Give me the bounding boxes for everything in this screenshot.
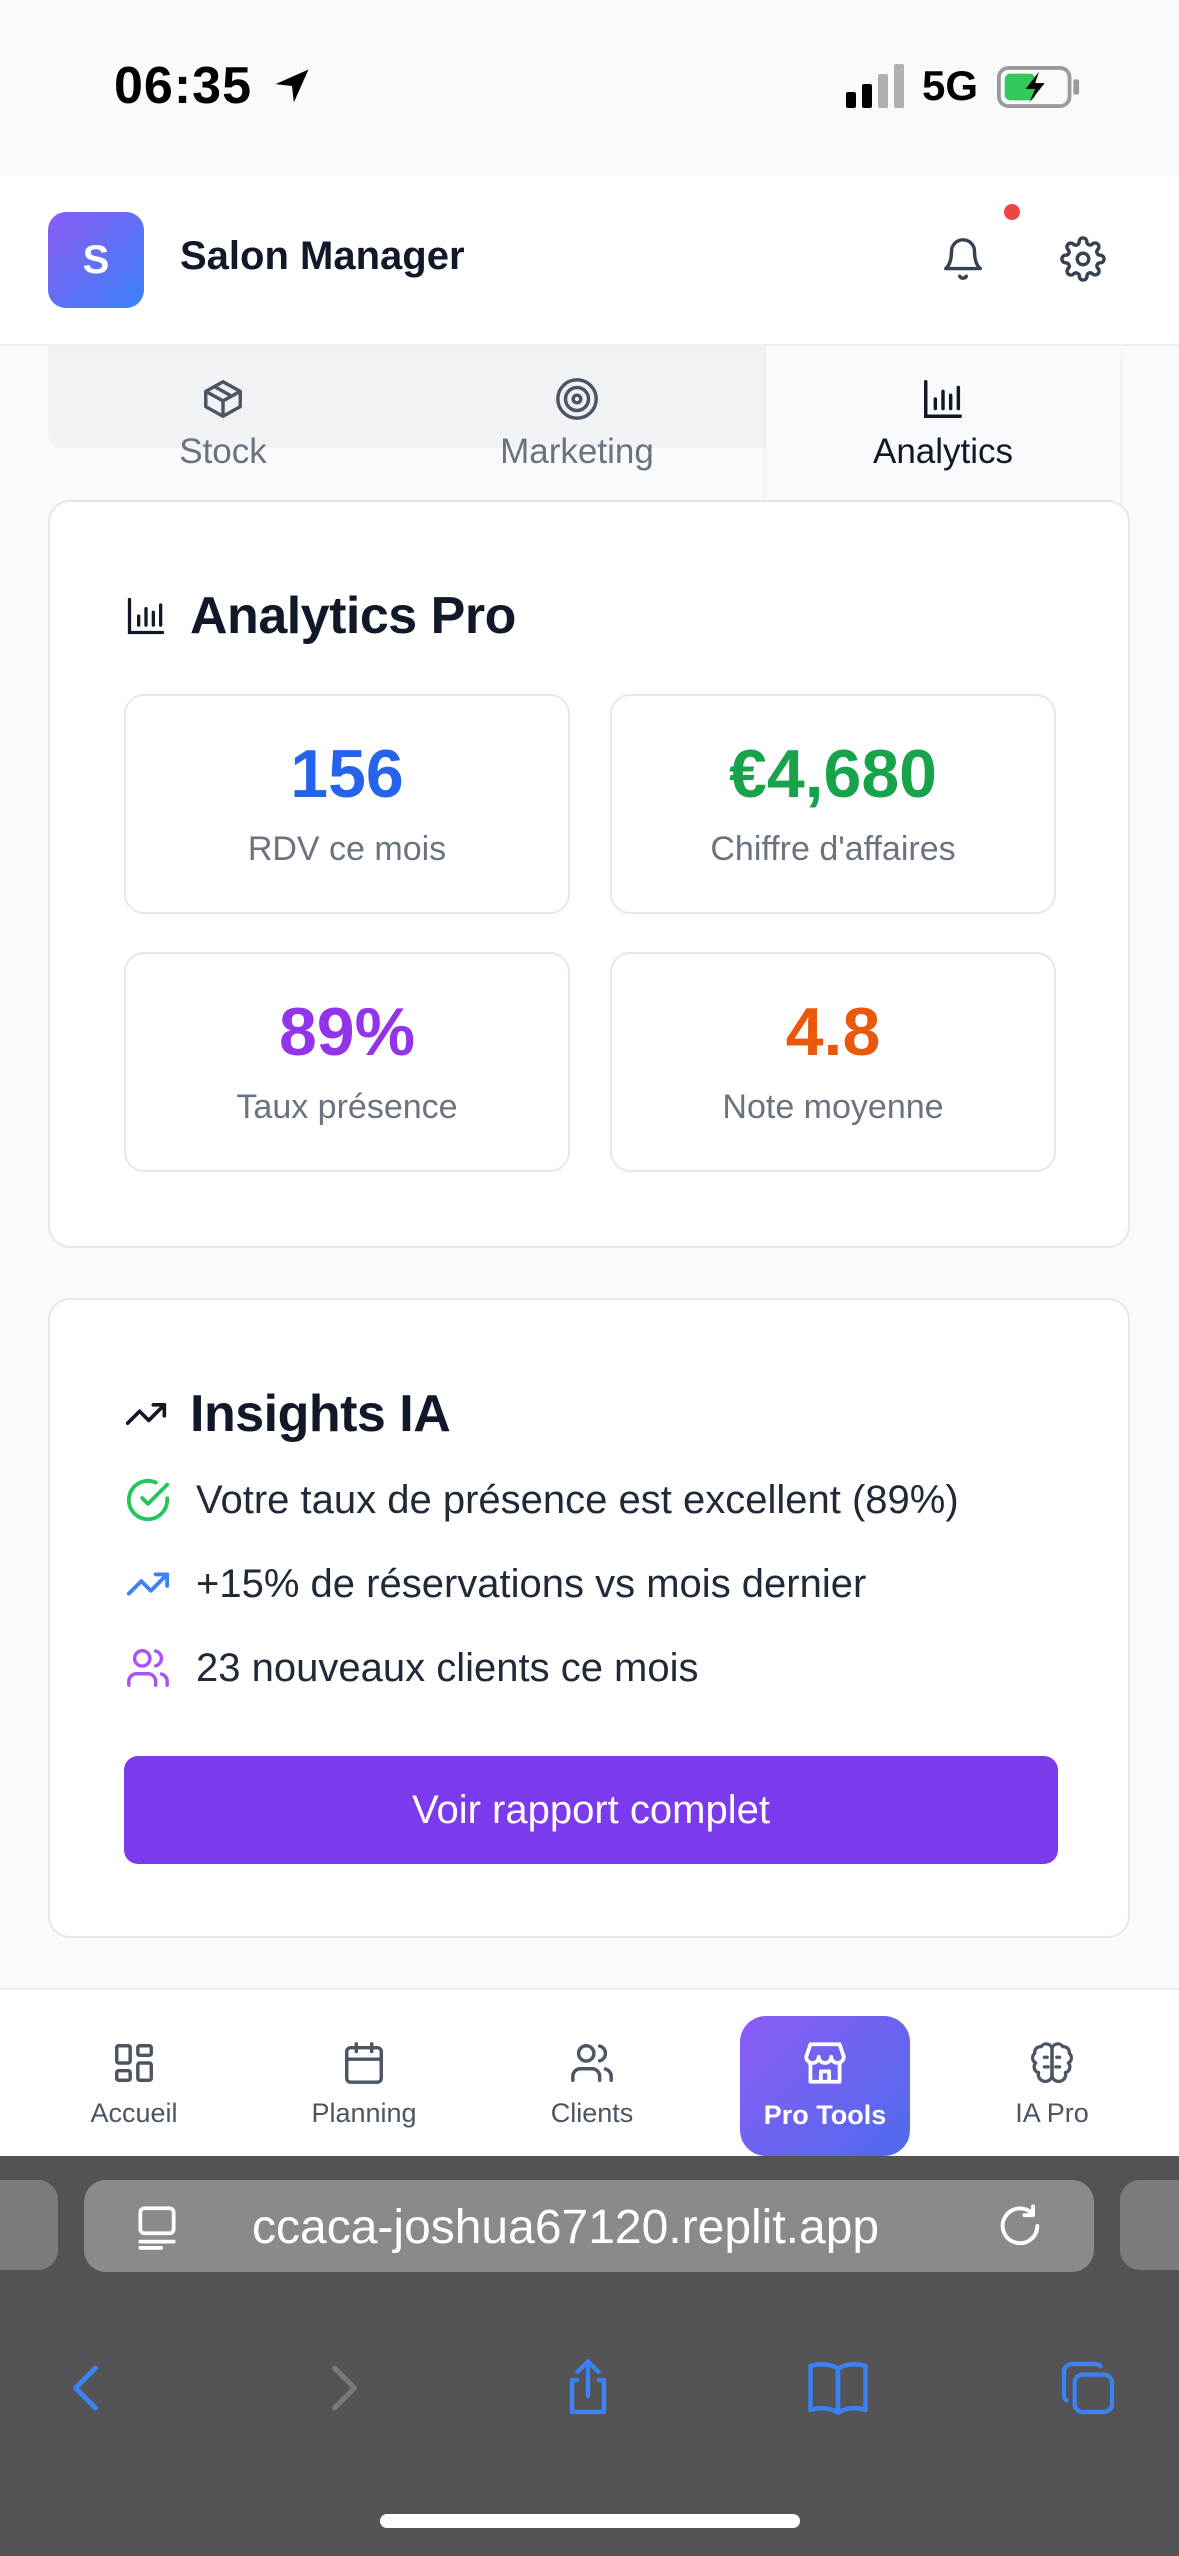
nav-label: Accueil <box>90 2098 178 2128</box>
tabs-button[interactable] <box>1052 2352 1124 2424</box>
nav-item-ia-pro[interactable]: IA Pro <box>952 1990 1152 2158</box>
app-logo: S <box>48 212 144 308</box>
brain-icon <box>1031 2042 1073 2084</box>
box-icon <box>204 380 242 418</box>
card-header: Insights IA <box>124 1384 451 1444</box>
stat-label: Chiffre d'affaires <box>710 829 956 868</box>
trending-up-icon <box>126 1572 170 1596</box>
insights-ia-card: Insights IA Votre taux de présence est e… <box>48 1298 1130 1938</box>
forward-button[interactable] <box>306 2352 378 2424</box>
share-icon <box>569 2359 607 2415</box>
stat-label: RDV ce mois <box>247 829 447 868</box>
reader-icon[interactable] <box>132 2202 182 2252</box>
insight-item: 23 nouveaux clients ce mois <box>124 1644 699 1692</box>
stat-value: 89% <box>278 993 416 1070</box>
chevron-left-icon <box>73 2365 98 2411</box>
location-arrow-icon <box>275 69 309 103</box>
tab-analytics[interactable]: Analytics <box>766 346 1120 524</box>
notifications-button[interactable] <box>932 228 994 290</box>
bookmarks-button[interactable] <box>802 2352 874 2424</box>
notification-dot <box>1004 204 1020 220</box>
url-text: ccaca-joshua67120.replit.app <box>252 2201 880 2254</box>
bar-chart-icon <box>127 597 165 635</box>
signal-icon <box>846 64 904 108</box>
bar-chart-icon <box>924 380 962 418</box>
store-icon <box>804 2042 846 2084</box>
nav-item-clients[interactable]: Clients <box>492 1990 692 2158</box>
card-header: Analytics Pro <box>124 586 516 646</box>
stat-revenue: €4,680 Chiffre d'affaires <box>610 694 1056 914</box>
stat-value: €4,680 <box>729 735 937 812</box>
stat-label: Note moyenne <box>722 1087 944 1126</box>
nav-label: Pro Tools <box>763 2100 887 2130</box>
nav-item-pro-tools[interactable]: Pro Tools <box>740 2016 910 2156</box>
nav-item-planning[interactable]: Planning <box>264 1990 464 2158</box>
stat-value: 156 <box>290 735 404 812</box>
browser-toolbar: ccaca-joshua67120.replit.app <box>0 2156 1179 2556</box>
home-indicator <box>380 2514 800 2528</box>
nav-item-accueil[interactable]: Accueil <box>34 1990 234 2158</box>
stat-rating: 4.8 Note moyenne <box>610 952 1056 1172</box>
book-icon <box>808 2362 868 2415</box>
card-title: Analytics Pro <box>190 587 516 645</box>
insight-text: +15% de réservations vs mois dernier <box>196 1561 867 1606</box>
status-time: 06:35 <box>114 57 252 115</box>
insight-item: +15% de réservations vs mois dernier <box>124 1560 866 1608</box>
tab-stock[interactable]: Stock <box>48 346 398 516</box>
settings-button[interactable] <box>1052 228 1114 290</box>
stat-value: 4.8 <box>785 993 881 1070</box>
nav-label: Clients <box>550 2098 634 2128</box>
back-button[interactable] <box>52 2352 124 2424</box>
address-bar[interactable]: ccaca-joshua67120.replit.app <box>84 2180 1094 2272</box>
tab-label: Stock <box>179 432 267 471</box>
trending-up-icon <box>125 1403 167 1425</box>
users-icon <box>127 1649 169 1687</box>
insight-text: Votre taux de présence est excellent (89… <box>196 1477 959 1522</box>
full-report-button[interactable]: Voir rapport complet <box>124 1756 1058 1864</box>
chevron-right-icon <box>332 2365 357 2411</box>
tab-label: Marketing <box>500 432 654 471</box>
battery-charging-icon <box>997 66 1080 108</box>
bottom-nav: Accueil Planning Clients Pro Tools IA Pr… <box>0 1988 1179 2156</box>
check-circle-icon <box>126 1478 170 1522</box>
calendar-icon <box>345 2042 383 2084</box>
tabs-icon <box>1061 2361 1115 2415</box>
next-tab-peek[interactable] <box>1120 2180 1179 2270</box>
nav-label: Planning <box>311 2098 417 2128</box>
nav-label: IA Pro <box>1015 2098 1089 2128</box>
status-bar: 06:35 5G <box>0 0 1179 176</box>
analytics-pro-card: Analytics Pro 156 RDV ce mois €4,680 Chi… <box>48 500 1130 1248</box>
previous-tab-peek[interactable] <box>0 2180 58 2270</box>
insight-text: 23 nouveaux clients ce mois <box>196 1645 699 1690</box>
app-title: Salon Manager <box>180 234 465 278</box>
grid-icon <box>115 2044 153 2082</box>
target-icon <box>556 378 598 420</box>
network-type: 5G <box>922 62 979 109</box>
tab-label: Analytics <box>872 432 1014 471</box>
insight-item: Votre taux de présence est excellent (89… <box>124 1476 959 1524</box>
gear-icon <box>1060 236 1106 282</box>
reload-icon[interactable] <box>994 2200 1046 2252</box>
card-title: Insights IA <box>190 1385 451 1443</box>
stat-attendance: 89% Taux présence <box>124 952 570 1172</box>
stat-label: Taux présence <box>236 1087 458 1126</box>
tab-marketing[interactable]: Marketing <box>402 346 752 516</box>
bell-icon <box>944 238 982 280</box>
share-button[interactable] <box>552 2352 624 2424</box>
pro-tools-tabs: Stock Marketing Analytics <box>48 346 1120 524</box>
users-icon <box>571 2044 613 2082</box>
app-header: S Salon Manager <box>0 176 1179 346</box>
stat-appointments: 156 RDV ce mois <box>124 694 570 914</box>
